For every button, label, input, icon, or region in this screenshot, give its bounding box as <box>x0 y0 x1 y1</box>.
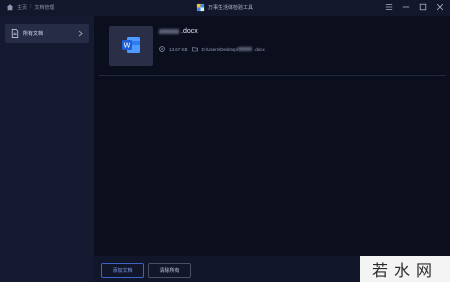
breadcrumb-home[interactable]: 主页 <box>17 4 27 11</box>
file-path-prefix: D:\Users\Desktop\ <box>201 46 239 52</box>
minimize-icon[interactable] <box>402 3 410 11</box>
site-watermark: 若水网 <box>360 256 450 282</box>
file-meta: 13.67 KB D:\Users\Desktop\ .docx <box>159 46 265 52</box>
breadcrumb-current: 文档管理 <box>34 4 55 11</box>
title-bar: 主页 / 文档管理 万事生活体检验工具 <box>0 0 450 16</box>
add-document-button[interactable]: 添加文档 <box>101 263 144 278</box>
breadcrumb: 主页 / 文档管理 <box>6 3 54 11</box>
home-icon[interactable] <box>6 3 14 11</box>
storage-icon <box>159 46 165 52</box>
sidebar: 所有文档 <box>0 16 94 282</box>
app-logo-icon <box>196 3 205 12</box>
file-thumbnail: W <box>109 26 153 66</box>
sidebar-item-label: 所有文档 <box>23 31 44 37</box>
breadcrumb-separator: / <box>30 4 32 10</box>
document-icon <box>11 29 19 38</box>
window-controls <box>385 3 444 11</box>
svg-text:W: W <box>124 42 131 50</box>
redacted-filename <box>159 28 179 34</box>
chevron-right-icon <box>78 30 83 37</box>
maximize-icon[interactable] <box>419 3 427 11</box>
document-list: W .docx 13.67 KB D:\Users\Desktop\ .docx <box>94 16 450 256</box>
file-size: 13.67 KB <box>169 46 188 52</box>
sidebar-item-all-documents[interactable]: 所有文档 <box>5 24 89 43</box>
app-title: 万事生活体检验工具 <box>208 5 254 11</box>
close-icon[interactable] <box>436 3 444 11</box>
clear-all-button[interactable]: 清除所有 <box>148 263 191 278</box>
folder-icon <box>191 47 198 52</box>
file-path: D:\Users\Desktop\ .docx <box>202 47 265 52</box>
file-path-suffix: .docx <box>254 46 265 52</box>
menu-icon[interactable] <box>385 3 393 11</box>
file-extension: .docx <box>181 28 198 35</box>
app-title-area: 万事生活体检验工具 <box>196 3 253 12</box>
word-file-icon: W <box>122 37 140 53</box>
redacted-path <box>238 47 253 52</box>
file-name: .docx <box>159 28 198 35</box>
file-card[interactable]: W .docx 13.67 KB D:\Users\Desktop\ .docx <box>99 19 446 76</box>
